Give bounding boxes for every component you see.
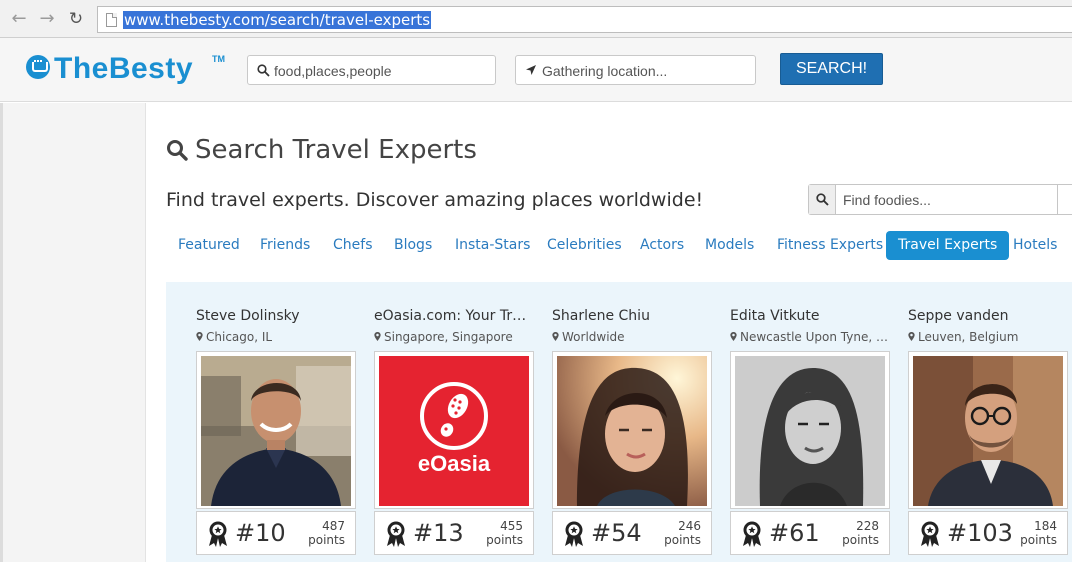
eoasia-logo-text: eOasia: [418, 451, 491, 476]
tab-travel-experts[interactable]: Travel Experts: [886, 231, 1010, 260]
expert-photo[interactable]: [735, 356, 885, 506]
tab-chefs[interactable]: Chefs: [321, 231, 384, 260]
page-subtitle: Find travel experts. Discover amazing pl…: [166, 189, 704, 211]
forward-arrow-icon[interactable]: →: [37, 9, 57, 29]
expert-card[interactable]: Sharlene Chiu Worldwide #54 246 points: [522, 282, 712, 562]
tab-friends[interactable]: Friends: [248, 231, 322, 260]
expert-photo[interactable]: [913, 356, 1063, 506]
search-icon: [257, 64, 270, 77]
expert-photo[interactable]: [557, 356, 707, 506]
search-icon: [167, 140, 188, 161]
search-placeholder: food,places,people: [274, 63, 392, 79]
award-ribbon-icon: [387, 521, 405, 547]
back-arrow-icon[interactable]: ←: [9, 9, 29, 29]
map-pin-icon: [374, 332, 381, 341]
expert-photo-frame[interactable]: [908, 351, 1068, 509]
expert-rank-bar: #10 487 points: [196, 511, 356, 555]
map-pin-icon: [196, 332, 203, 341]
expert-name[interactable]: eOasia.com: Your Tr…: [374, 308, 534, 324]
expert-rank: #10: [235, 519, 286, 547]
location-arrow-icon: [526, 65, 536, 75]
points-label: points: [1020, 533, 1057, 547]
tab-fitness-experts[interactable]: Fitness Experts: [765, 231, 895, 260]
map-pin-icon: [730, 332, 737, 341]
expert-points: 228: [856, 519, 879, 533]
find-foodies-input[interactable]: Find foodies...: [808, 184, 1072, 215]
expert-rank: #61: [769, 519, 820, 547]
expert-photo[interactable]: eOasia: [379, 356, 529, 506]
tab-insta-stars[interactable]: Insta-Stars: [443, 231, 542, 260]
input-divider: [1057, 185, 1058, 214]
logo-text: TheBesty: [54, 52, 194, 85]
category-tabs: Featured Friends Chefs Blogs Insta-Stars…: [166, 231, 1072, 261]
points-label: points: [486, 533, 523, 547]
expert-location: Chicago, IL: [196, 330, 356, 344]
reload-icon[interactable]: ↻: [66, 9, 86, 29]
site-header: TheBesty TM food,places,people Gathering…: [0, 38, 1072, 102]
expert-photo-frame[interactable]: [730, 351, 890, 509]
expert-card[interactable]: Steve Dolinsky Chicago, IL #10 487 point…: [166, 282, 356, 562]
expert-rank-bar: #13 455 points: [374, 511, 534, 555]
expert-photo[interactable]: [201, 356, 351, 506]
expert-points: 487: [322, 519, 345, 533]
expert-card[interactable]: Edita Vitkute Newcastle Upon Tyne, … #61…: [700, 282, 890, 562]
map-pin-icon: [908, 332, 915, 341]
expert-location: Leuven, Belgium: [908, 330, 1068, 344]
url-text[interactable]: www.thebesty.com/search/travel-experts: [123, 11, 432, 29]
points-label: points: [842, 533, 879, 547]
logo-trademark: TM: [212, 54, 225, 64]
tab-hotels[interactable]: Hotels: [1001, 231, 1069, 260]
page-icon: [106, 13, 117, 27]
expert-points: 246: [678, 519, 701, 533]
tab-models[interactable]: Models: [693, 231, 766, 260]
search-icon: [816, 193, 829, 206]
award-ribbon-icon: [921, 521, 939, 547]
expert-photo-frame[interactable]: [552, 351, 712, 509]
award-ribbon-icon: [565, 521, 583, 547]
expert-rank-bar: #54 246 points: [552, 511, 712, 555]
expert-name[interactable]: Sharlene Chiu: [552, 308, 712, 324]
experts-results-panel: Steve Dolinsky Chicago, IL #10 487 point…: [166, 282, 1072, 562]
foodie-search-button[interactable]: [809, 185, 836, 214]
find-foodies-placeholder: Find foodies...: [843, 192, 931, 208]
expert-points: 184: [1034, 519, 1057, 533]
award-ribbon-icon: [209, 521, 227, 547]
expert-photo-frame[interactable]: eOasia: [374, 351, 534, 509]
page-title: Search Travel Experts: [195, 135, 477, 165]
expert-points: 455: [500, 519, 523, 533]
tab-featured[interactable]: Featured: [166, 231, 252, 260]
expert-rank: #54: [591, 519, 642, 547]
expert-location: Newcastle Upon Tyne, …: [730, 330, 890, 344]
expert-rank-bar: #61 228 points: [730, 511, 890, 555]
expert-card[interactable]: eOasia.com: Your Tr… Singapore, Singapor…: [344, 282, 534, 562]
browser-toolbar: ← → ↻ www.thebesty.com/search/travel-exp…: [0, 0, 1072, 38]
expert-rank-bar: #103 184 points: [908, 511, 1068, 555]
location-input[interactable]: Gathering location...: [515, 55, 756, 85]
expert-name[interactable]: Seppe vanden: [908, 308, 1068, 324]
address-bar[interactable]: www.thebesty.com/search/travel-experts: [97, 6, 1072, 33]
points-label: points: [308, 533, 345, 547]
expert-location: Singapore, Singapore: [374, 330, 534, 344]
map-pin-icon: [552, 332, 559, 341]
award-ribbon-icon: [743, 521, 761, 547]
logo-crown-icon: [26, 55, 50, 79]
search-input[interactable]: food,places,people: [247, 55, 496, 85]
tab-blogs[interactable]: Blogs: [382, 231, 444, 260]
expert-name[interactable]: Steve Dolinsky: [196, 308, 356, 324]
expert-photo-frame[interactable]: [196, 351, 356, 509]
location-placeholder: Gathering location...: [542, 63, 668, 79]
expert-name[interactable]: Edita Vitkute: [730, 308, 890, 324]
points-label: points: [664, 533, 701, 547]
tab-actors[interactable]: Actors: [628, 231, 696, 260]
left-sidebar: [0, 103, 146, 562]
expert-rank: #103: [947, 519, 1013, 547]
tab-celebrities[interactable]: Celebrities: [535, 231, 634, 260]
expert-location: Worldwide: [552, 330, 712, 344]
search-button[interactable]: SEARCH!: [780, 53, 883, 85]
expert-card[interactable]: Seppe vanden Leuven, Belgium #103 184 po…: [878, 282, 1068, 562]
expert-rank: #13: [413, 519, 464, 547]
